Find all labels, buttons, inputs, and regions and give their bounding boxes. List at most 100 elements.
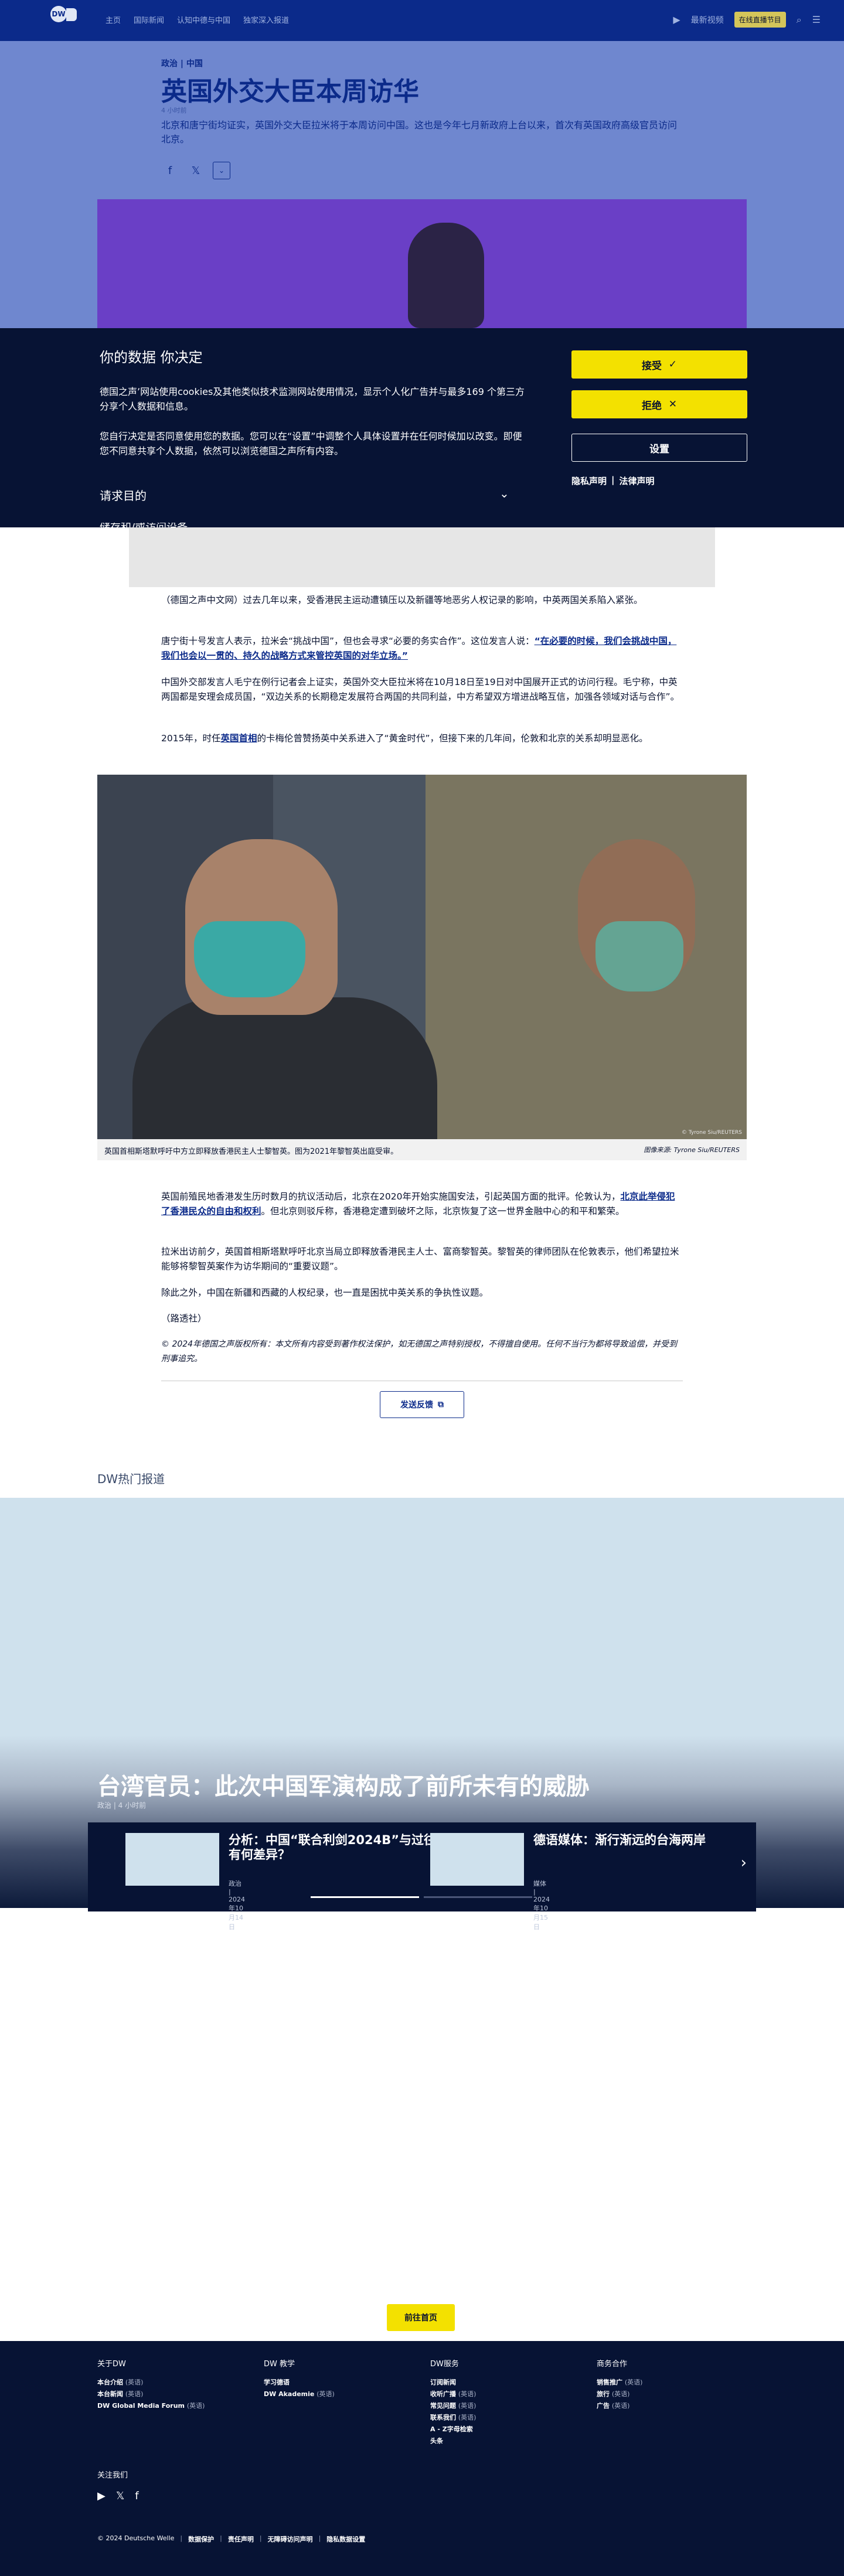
hamburger-menu-icon[interactable]: ☰: [812, 14, 821, 25]
article-paragraph: 唐宁街十号发言人表示，拉米会“挑战中国”，但也会寻求“必要的务实合作”。这位发言…: [161, 634, 683, 663]
accessibility-link[interactable]: 无障碍访问声明: [268, 2534, 313, 2544]
footer-heading: 商务合作: [597, 2360, 628, 2369]
carousel-dot[interactable]: [424, 1896, 532, 1898]
data-protection-link[interactable]: 数据保护: [188, 2534, 214, 2544]
consent-purpose-toggle[interactable]: 请求目的: [100, 486, 147, 503]
footer-link[interactable]: 本台介绍 (英语): [97, 2377, 250, 2388]
footer-link[interactable]: 常见问题 (英语): [430, 2400, 583, 2412]
carousel-dot[interactable]: [311, 1896, 419, 1898]
caption-source: 图像来源: Tyrone Siu/REUTERS: [644, 1146, 740, 1154]
consent-purpose-item: 储存和/或访问设备: [100, 523, 275, 527]
footer-link[interactable]: DW Global Media Forum (英语): [97, 2400, 250, 2412]
footer-link-label: 本台新闻: [97, 2390, 123, 2398]
latest-video-link[interactable]: 最新视频: [691, 14, 724, 26]
footer-column-learn: DW 教学 学习德语 DW Akademie (英语): [264, 2357, 416, 2400]
footer-link-label: 联系我们: [430, 2414, 456, 2421]
nav-item-germany-china[interactable]: 认知中德与中国: [177, 14, 230, 25]
footer-heading: 关于DW: [97, 2360, 126, 2369]
chevron-right-icon[interactable]: ›: [741, 1854, 747, 1872]
dw-logo-part: [66, 8, 77, 21]
privacy-link[interactable]: 隐私声明: [571, 475, 607, 487]
footer-link[interactable]: 联系我们 (英语): [430, 2412, 583, 2424]
consent-text-1: 德国之声’网站使用cookies及其他类似技术监测网站使用情况，显示个人化广告并…: [100, 386, 525, 412]
footer-link[interactable]: 销售推广 (英语): [597, 2377, 749, 2388]
send-feedback-button[interactable]: 发送反馈 ⧉: [380, 1391, 464, 1418]
article-timestamp: 4 小时前: [161, 107, 187, 114]
footer-link-lang: (英语): [458, 2414, 477, 2421]
youtube-icon[interactable]: ▶: [97, 2490, 106, 2502]
paragraph-text: 唐宁街十号发言人表示，拉米会“挑战中国”，但也会寻求“必要的务实合作”。这位发言…: [161, 636, 535, 646]
hero-image: [97, 199, 747, 328]
accept-button[interactable]: 接受 ✓: [571, 350, 747, 379]
chevron-down-icon[interactable]: ⌄: [499, 486, 509, 500]
article-lead: 北京和唐宁街均证实，英国外交大臣拉米将于本周访问中国。这也是今年七月新政府上台以…: [161, 120, 678, 145]
footer-link-lang: (英语): [125, 2379, 144, 2386]
header-actions: ▶ 最新视频 在线直播节目 ⌕ ☰: [673, 12, 821, 28]
feedback-label: 发送反馈: [400, 1401, 433, 1410]
footer-link-label: DW Global Media Forum: [97, 2402, 185, 2410]
footer-link-lang: (英语): [624, 2379, 643, 2386]
x-icon[interactable]: 𝕏: [116, 2490, 125, 2502]
article-hero: 政治 | 中国 英国外交大臣本周访华 4 小时前 北京和唐宁街均证实，英国外交大…: [0, 41, 844, 328]
footer-link[interactable]: 旅行 (英语): [597, 2388, 749, 2400]
footer-link-label: 本台介绍: [97, 2379, 123, 2386]
disclaimer-link[interactable]: 责任声明: [228, 2534, 254, 2544]
section-title: DW热门报道: [97, 1472, 165, 1486]
footer-link[interactable]: 学习德语: [264, 2377, 416, 2388]
article-paragraph: （德国之声中文网）过去几年以来，受香港民主运动遭镇压以及新疆等地恶劣人权记录的影…: [161, 595, 643, 605]
go-home-button[interactable]: 前往首页: [387, 2304, 455, 2331]
article-paragraph: 中国外交部发言人毛宁在例行记者会上证实，英国外交大臣拉米将在10月18日至19日…: [161, 677, 680, 702]
dw-logo[interactable]: DW: [50, 6, 67, 22]
uk-pm-link[interactable]: 英国首相: [220, 733, 257, 744]
footer-link[interactable]: 广告 (英语): [597, 2400, 749, 2412]
nav-item-world[interactable]: 国际新闻: [134, 14, 164, 25]
nav-item-home[interactable]: 主页: [106, 14, 121, 25]
cookie-consent-dialog: 你的数据 你决定 德国之声’网站使用cookies及其他类似技术监测网站使用情况…: [0, 328, 844, 527]
footer-link[interactable]: 本台新闻 (英语): [97, 2388, 250, 2400]
footer-link[interactable]: DW Akademie (英语): [264, 2388, 416, 2400]
featured-story-title[interactable]: 台湾官员：此次中国军演构成了前所未有的威胁: [97, 1767, 590, 1801]
carousel-item-title[interactable]: 德语媒体：渐行渐远的台海两岸: [533, 1833, 744, 1848]
footer-column-about: 关于DW 本台介绍 (英语) 本台新闻 (英语) DW Global Media…: [97, 2357, 250, 2412]
photo-caption: 英国首相斯塔默呼吁中方立即释放香港民主人士黎智英。图为2021年黎智英出庭受审。…: [97, 1139, 747, 1160]
photo-person-body: [132, 997, 437, 1139]
legal-link[interactable]: 法律声明: [620, 475, 655, 487]
footer-link-lang: (英语): [611, 2390, 630, 2398]
carousel-item-title[interactable]: 分析：中国“联合利剑2024B”与过往有何差异？: [229, 1833, 440, 1862]
reject-button[interactable]: 拒绝 ✕: [571, 390, 747, 418]
photo-face-mask: [194, 921, 305, 997]
footer-link[interactable]: 订阅新闻: [430, 2377, 583, 2388]
search-icon[interactable]: ⌕: [797, 14, 802, 26]
story-carousel: 分析：中国“联合利剑2024B”与过往有何差异？ 政治 | 2024年10月14…: [88, 1822, 756, 1931]
featured-story-meta: 政治 | 4 小时前: [97, 1801, 147, 1810]
site-footer: 关于DW 本台介绍 (英语) 本台新闻 (英语) DW Global Media…: [0, 2341, 844, 2576]
footer-column-business: 商务合作 销售推广 (英语) 旅行 (英语) 广告 (英语): [597, 2357, 749, 2412]
footer-link[interactable]: 收听广播 (英语): [430, 2388, 583, 2400]
link-separator: |: [318, 2534, 321, 2542]
carousel-item-meta: 政治 | 2024年10月14日: [229, 1880, 245, 1931]
live-stream-button[interactable]: 在线直播节目: [734, 12, 786, 28]
footer-link-lang: (英语): [316, 2390, 335, 2398]
footer-column-services: DW服务 订阅新闻 收听广播 (英语) 常见问题 (英语) 联系我们 (英语) …: [430, 2357, 583, 2447]
copyright-text: © 2024 Deutsche Welle: [97, 2534, 175, 2542]
chevron-down-icon[interactable]: ⌄: [213, 162, 230, 179]
breadcrumb[interactable]: 政治 | 中国: [161, 57, 203, 69]
footer-link-lang: (英语): [458, 2402, 477, 2410]
footer-link-label: 收听广播: [430, 2390, 456, 2398]
reject-label: 拒绝: [641, 400, 662, 412]
article-paragraph: 2015年，时任英国首相的卡梅伦曾赞扬英中关系进入了“黄金时代”，但接下来的几年…: [161, 731, 683, 746]
x-icon[interactable]: 𝕏: [187, 162, 205, 179]
social-links: ▶ 𝕏 f: [97, 2490, 139, 2502]
privacy-settings-link[interactable]: 隐私数据设置: [326, 2534, 365, 2544]
settings-button[interactable]: 设置: [571, 434, 747, 462]
hero-portrait: [408, 223, 484, 328]
footer-link-lang: (英语): [458, 2390, 477, 2398]
facebook-icon[interactable]: f: [135, 2490, 138, 2502]
consent-links: 隐私声明 | 法律声明: [571, 475, 655, 487]
article-paragraph: 拉米出访前夕，英国首相斯塔默呼吁北京当局立即释放香港民主人士、富商黎智英。黎智英…: [161, 1246, 679, 1272]
footer-link[interactable]: 头条: [430, 2435, 583, 2447]
nav-item-exclusive[interactable]: 独家深入报道: [243, 14, 289, 25]
footer-link[interactable]: A - Z字母检索: [430, 2424, 583, 2435]
carousel-thumbnail: [125, 1833, 219, 1886]
facebook-icon[interactable]: f: [161, 162, 179, 179]
